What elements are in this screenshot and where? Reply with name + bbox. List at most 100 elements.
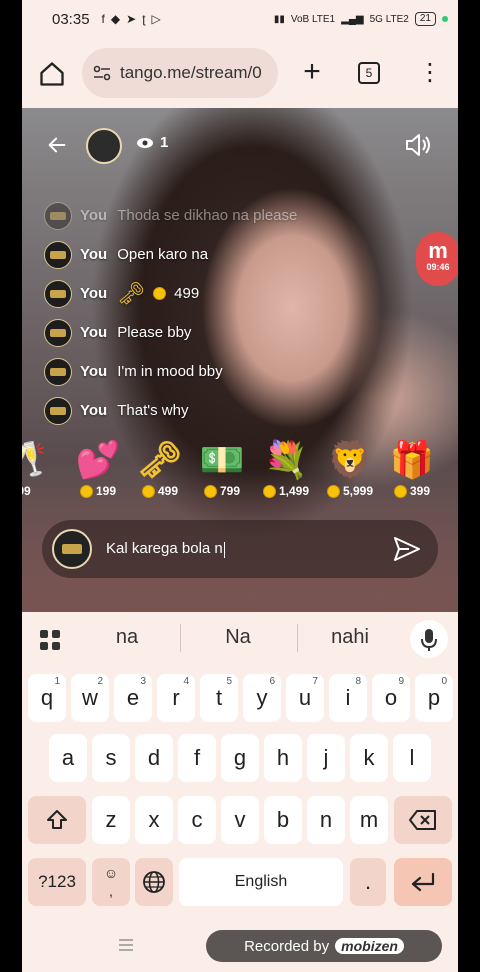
message-composer[interactable]: Kal karega bola n (42, 520, 438, 578)
keyboard-hide-icon[interactable] (118, 938, 134, 952)
chat-message: You Open karo na (44, 235, 384, 274)
gift-hearts[interactable]: 💕 199 (68, 436, 128, 498)
mobizen-logo: mobizen (335, 938, 404, 954)
chat-text: That's why (117, 402, 189, 419)
live-stream-view[interactable]: 1 m 09:46 You Thoda se dikhao na please … (22, 108, 458, 612)
key-y[interactable]: y6 (243, 674, 281, 722)
home-icon[interactable] (38, 60, 66, 88)
gift-champagne[interactable]: 🥂 99 (22, 436, 54, 498)
key-c[interactable]: c (178, 796, 216, 844)
key-i[interactable]: i8 (329, 674, 367, 722)
coin-icon (262, 484, 276, 498)
key-r[interactable]: r4 (157, 674, 195, 722)
period-key[interactable]: . (350, 858, 386, 906)
viewer-count[interactable]: 1 (136, 134, 168, 151)
key-n[interactable]: n (307, 796, 345, 844)
overflow-menu-icon[interactable]: ⋮ (418, 58, 442, 88)
gift-bar: 🥂 99 💕 199 🗝 499 💵 799 💐 1,499 🦁 5,9 (22, 436, 458, 506)
new-tab-button[interactable]: + (297, 57, 327, 88)
key-l[interactable]: l (393, 734, 431, 782)
gift-price: 799 (219, 484, 241, 498)
text-caret (223, 541, 226, 558)
key-o[interactable]: o9 (372, 674, 410, 722)
status-indicators: ▮▮ VoB LTE1 ▂▄▆ 5G LTE2 21 (274, 12, 448, 26)
status-app-icons: f ◆ ➤ ʈ ▷ (102, 12, 161, 26)
key-d[interactable]: d (135, 734, 173, 782)
key-s[interactable]: s (92, 734, 130, 782)
key-k[interactable]: k (350, 734, 388, 782)
gift-key[interactable]: 🗝 499 (130, 436, 190, 498)
shift-icon (47, 810, 67, 829)
key-x[interactable]: x (135, 796, 173, 844)
globe-icon (143, 871, 165, 893)
chat-message: You 🗝 499 (44, 274, 384, 313)
battery-indicator: 21 (414, 12, 436, 26)
language-key[interactable] (135, 858, 173, 906)
send-icon[interactable] (392, 534, 422, 564)
gift-price: 5,999 (342, 484, 374, 498)
chat-message: You Please bby (44, 313, 384, 352)
tab-switcher-button[interactable]: 5 (358, 62, 380, 84)
shift-key[interactable] (28, 796, 86, 844)
key-m[interactable]: m (350, 796, 388, 844)
emoji-icon: ☺ (103, 865, 119, 881)
speaker-icon[interactable] (404, 132, 434, 158)
key-icon: 🗝 (137, 439, 183, 480)
key-q[interactable]: q1 (28, 674, 66, 722)
avatar (44, 357, 72, 386)
gift-lion[interactable]: 🦁 5,999 (320, 436, 380, 498)
gift-rose-basket[interactable]: 💐 1,499 (256, 436, 316, 498)
key-f[interactable]: f (178, 734, 216, 782)
space-key[interactable]: English (179, 858, 343, 906)
comma-label: , (109, 883, 113, 899)
chat-user: You (80, 285, 108, 302)
key-p[interactable]: p0 (415, 674, 453, 722)
avatar (44, 240, 72, 269)
suggestion-strip: na Na nahi (22, 612, 458, 666)
host-avatar[interactable] (86, 128, 122, 164)
key-e[interactable]: e3 (114, 674, 152, 722)
enter-key[interactable] (394, 858, 452, 906)
telegram-icon: ➤ (126, 12, 137, 26)
eye-icon (137, 137, 153, 148)
back-arrow-icon[interactable] (46, 134, 68, 156)
present-icon: 🎁 (389, 439, 435, 480)
coin-icon (203, 484, 217, 498)
key-a[interactable]: a (49, 734, 87, 782)
chat-text: Open karo na (117, 246, 209, 263)
avatar (52, 529, 92, 569)
right-bezel (458, 0, 480, 972)
key-j[interactable]: j (307, 734, 345, 782)
suggestion-item[interactable]: nahi (300, 626, 400, 649)
backspace-key[interactable] (394, 796, 452, 844)
suggestion-item[interactable]: na (77, 626, 177, 649)
site-settings-icon[interactable] (92, 63, 112, 83)
key-z[interactable]: z (92, 796, 130, 844)
chat-user: You (80, 363, 108, 380)
keyboard-menu-icon[interactable] (38, 628, 62, 652)
suggestion-item[interactable]: Na (188, 626, 288, 649)
backspace-icon (409, 810, 436, 830)
key-w[interactable]: w2 (71, 674, 109, 722)
gift-cash[interactable]: 💵 799 (192, 436, 252, 498)
microphone-button[interactable] (410, 620, 448, 658)
screen-recorder-badge[interactable]: m 09:46 (416, 232, 458, 286)
chat-user: You (80, 207, 108, 224)
navigation-bar: Recorded by mobizen (22, 908, 458, 972)
emoji-comma-key[interactable]: ☺ , (92, 858, 130, 906)
url-bar[interactable]: tango.me/stream/0 (82, 48, 278, 98)
gift-present[interactable]: 🎁 399 (382, 436, 442, 498)
key-v[interactable]: v (221, 796, 259, 844)
status-time: 03:35 (52, 10, 90, 28)
key-h[interactable]: h (264, 734, 302, 782)
symbols-key[interactable]: ?123 (28, 858, 86, 906)
message-input[interactable]: Kal karega bola n (106, 540, 226, 558)
play-icon: ▷ (151, 12, 161, 26)
signal-icon: ▂▄▆ (341, 13, 364, 25)
coin-icon (153, 287, 167, 300)
chat-message: You That's why (44, 391, 384, 430)
key-b[interactable]: b (264, 796, 302, 844)
key-u[interactable]: u7 (286, 674, 324, 722)
key-g[interactable]: g (221, 734, 259, 782)
key-t[interactable]: t5 (200, 674, 238, 722)
